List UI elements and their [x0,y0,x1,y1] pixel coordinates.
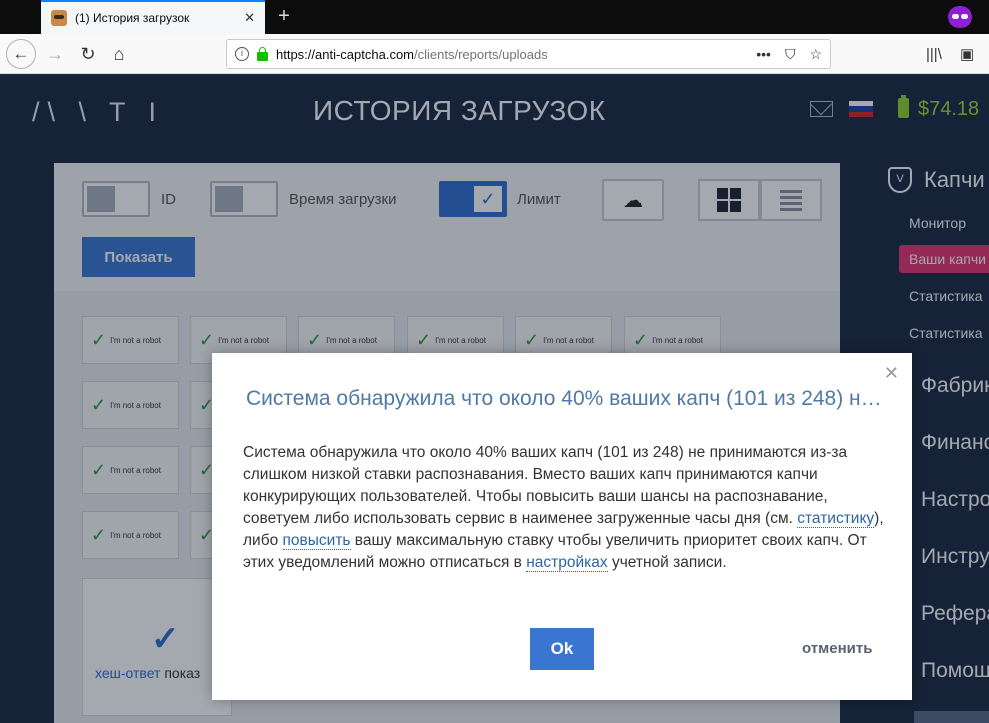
site-favicon-icon [51,10,67,26]
check-icon: ✓ [633,329,649,350]
check-icon: ✓ [151,620,180,658]
hash-answer-label: хеш-ответ показ [95,665,200,681]
captcha-thumb[interactable]: ✓ I'm not a robot [82,511,179,559]
tab-title: (1) История загрузок [75,11,190,25]
captcha-thumb[interactable]: ✓ I'm not a robot [82,381,179,429]
sidebar-section-captchas[interactable]: V Капчи [888,167,985,193]
page-actions-icon[interactable]: ••• [756,46,771,63]
reload-icon[interactable]: ↻ [73,39,103,69]
limit-label: Лимит [517,191,561,208]
lock-icon [257,46,268,61]
captcha-thumb-label: I'm not a robot [326,335,377,345]
limit-toggle[interactable]: ✓ [439,181,507,217]
sidebar-item-finance[interactable]: Финансы [921,431,989,455]
captcha-thumb[interactable]: ✓ I'm not a robot [82,316,179,364]
dialog-message: Система обнаружила что около 40% ваших к… [243,442,888,574]
check-icon: ✓ [91,524,107,545]
cancel-button[interactable]: отменить [802,640,872,657]
forward-arrow-icon[interactable]: → [40,39,70,69]
sidebar-item-settings[interactable]: Настройки [921,488,989,512]
cloud-download-icon[interactable]: ☁ [602,179,664,221]
captcha-thumb-label: I'm not a robot [543,335,594,345]
dialog-title: Система обнаружила что около 40% ваших к… [246,387,886,410]
list-view-icon[interactable] [760,179,822,221]
check-icon: ✓ [474,186,502,212]
check-icon: ✓ [307,329,323,350]
message-part-1: Система обнаружила что около 40% ваших к… [243,444,848,527]
captcha-thumb-label: I'm not a robot [110,400,161,410]
close-icon[interactable]: ✕ [884,363,899,384]
home-icon[interactable]: ⌂ [104,39,134,69]
filter-bar: ID Время загрузки ✓ Лимит ☁ Показать [54,163,840,291]
battery-icon [898,95,909,118]
browser-tab[interactable]: (1) История загрузок ✕ [41,0,265,34]
captcha-thumb-label: I'm not a robot [110,465,161,475]
anti-captcha-logo[interactable]: /\ \ T I [32,97,164,128]
mail-icon[interactable] [810,101,833,117]
raise-bid-link[interactable]: повысить [282,532,351,550]
back-arrow-icon[interactable]: ← [6,39,36,69]
page-title: ИСТОРИЯ ЗАГРУЗОК [313,95,606,126]
sidebar-section-label: Капчи [924,167,985,192]
captcha-thumb-label: I'm not a robot [110,530,161,540]
tab-close-icon[interactable]: ✕ [244,10,255,26]
url-bar[interactable]: i https://anti-captcha.com /clients/repo… [226,39,831,69]
library-icon[interactable]: |||\ [926,39,942,69]
russian-flag-icon[interactable] [849,101,873,117]
sidebar-toggle-icon[interactable]: ▣ [960,39,974,69]
account-balance[interactable]: $74.18 [918,98,979,121]
browser-tab-bar: (1) История загрузок ✕ + [0,0,989,34]
id-toggle[interactable] [82,181,150,217]
upload-time-label: Время загрузки [289,191,397,208]
captcha-thumb-label: I'm not a robot [435,335,486,345]
check-icon: ✓ [416,329,432,350]
sidebar-item-tools[interactable]: Инструменты [921,545,989,569]
show-button[interactable]: Показать [82,237,195,277]
browser-nav-bar: ← → ↻ ⌂ i https://anti-captcha.com /clie… [0,34,989,74]
url-host: https://anti-captcha.com [276,46,415,62]
sidebar-item-help[interactable]: Помощь [921,659,989,683]
captcha-thumb-label: I'm not a robot [652,335,703,345]
sidebar-item-statistics[interactable]: Статистика [909,288,983,304]
sidebar-item-factories[interactable]: Фабрики [921,374,989,398]
captcha-thumb-label: I'm not a robot [110,335,161,345]
url-path: /clients/reports/uploads [414,46,548,62]
bottom-corner-button[interactable] [914,711,989,723]
check-icon: ✓ [524,329,540,350]
captcha-thumb[interactable]: ✓ I'm not a robot [82,446,179,494]
sidebar-item-your-captchas[interactable]: Ваши капчи [899,245,989,273]
check-icon: ✓ [91,394,107,415]
low-bid-warning-dialog: ✕ Система обнаружила что около 40% ваших… [212,353,912,700]
statistics-link[interactable]: статистику [797,510,875,528]
private-browsing-mask-icon [948,6,972,28]
message-part-4: учетной записи. [607,554,727,571]
captcha-thumb-label: I'm not a robot [218,335,269,345]
sidebar-item-referrals[interactable]: Рефералы [921,602,989,626]
check-icon: ✓ [91,329,107,350]
sidebar-item-statistics-2[interactable]: Статистика [909,325,983,341]
ok-button[interactable]: Ok [530,628,594,670]
check-icon: ✓ [91,459,107,480]
grid-view-icon[interactable] [698,179,760,221]
upload-time-toggle[interactable] [210,181,278,217]
id-toggle-label: ID [161,191,176,208]
pocket-icon[interactable]: ⛉ [785,46,796,63]
hash-answer-suffix: показ [164,665,201,681]
new-tab-button[interactable]: + [272,4,296,28]
bookmark-star-icon[interactable]: ☆ [809,46,822,63]
settings-link[interactable]: настройках [526,554,608,572]
hash-answer-text: хеш-ответ [95,665,161,681]
sidebar-item-monitor[interactable]: Монитор [909,215,966,231]
shield-icon: V [888,167,912,193]
check-icon: ✓ [199,329,215,350]
hash-answer-card[interactable]: ✓ хеш-ответ показ [82,578,232,716]
info-icon[interactable]: i [235,47,249,61]
